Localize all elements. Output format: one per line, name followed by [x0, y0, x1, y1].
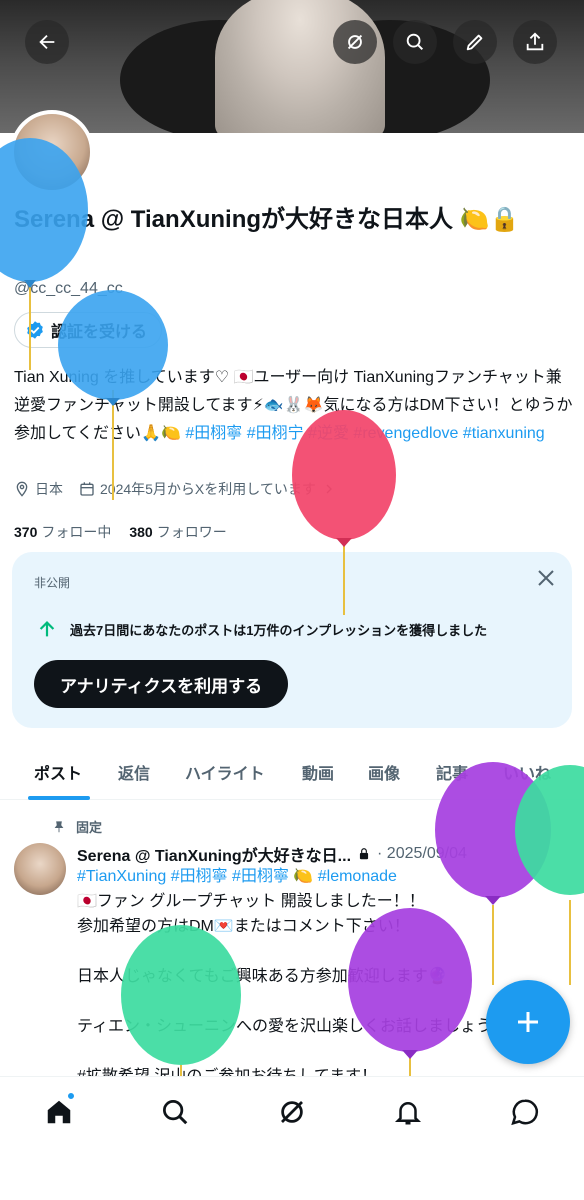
tab-videos[interactable]: 動画 [302, 744, 334, 800]
followers-link[interactable]: 380 フォロワー [129, 522, 226, 542]
compose-button[interactable] [486, 980, 570, 1064]
location: 日本 [14, 479, 63, 499]
plus-icon [518, 1012, 538, 1032]
tab-replies[interactable]: 返信 [118, 744, 150, 800]
post-line: 参加希望の方はDM💌またはコメント下さい！ [77, 918, 410, 935]
joined-text: 2024年5月からXを利用しています [100, 481, 316, 497]
search-icon [406, 33, 424, 51]
joined-date[interactable]: 2024年5月からXを利用しています [79, 479, 337, 499]
profile-tabs: ポスト 返信 ハイライト 動画 画像 記事 いいね [0, 744, 584, 800]
bio-hashtag[interactable]: #田栩宁 [247, 425, 304, 442]
following-label: フォロー中 [41, 524, 112, 540]
share-button[interactable] [513, 20, 557, 64]
impression-text: 過去7日間にあなたのポストは1万件のインプレッションを獲得しました [70, 622, 488, 638]
private-label: 非公開 [34, 576, 71, 590]
arrow-up-icon [39, 621, 55, 637]
post-author[interactable]: Serena @ TianXuningが大好きな日... [77, 842, 351, 866]
post-date: · 2025/09/04 [377, 845, 467, 862]
analytics-card: 非公開 過去7日間にあなたのポストは1万件のインプレッションを獲得しました アナ… [12, 552, 572, 728]
display-name: Serena @ TianXuningが大好きな日本人 🍋🔒 [14, 206, 520, 233]
bio-hashtag[interactable]: #田栩寧 [185, 425, 242, 442]
post-line: 🇯🇵ファン グループチャット 開設しましたー！！ [77, 893, 425, 910]
search-button[interactable] [393, 20, 437, 64]
pinned-label: 固定 [76, 820, 103, 835]
home-notification-dot [66, 1091, 76, 1101]
following-link[interactable]: 370 フォロー中 [14, 522, 111, 542]
location-text: 日本 [35, 481, 63, 497]
nav-notifications[interactable] [393, 1097, 423, 1127]
tab-articles[interactable]: 記事 [436, 744, 468, 800]
bio-hashtag[interactable]: #逆愛 [308, 425, 349, 442]
edit-icon [466, 34, 483, 51]
search-icon [163, 1100, 188, 1125]
tab-posts[interactable]: ポスト [34, 744, 82, 800]
nav-grok[interactable] [277, 1097, 307, 1127]
nav-search[interactable] [160, 1097, 190, 1127]
active-tab-indicator [28, 796, 90, 800]
post-line [77, 939, 567, 964]
messages-icon [511, 1099, 539, 1126]
profile-avatar[interactable] [10, 110, 94, 194]
close-icon[interactable] [534, 566, 558, 590]
tab-highlights[interactable]: ハイライト [185, 744, 265, 800]
location-pin-icon [16, 481, 28, 497]
post-line: 日本人じゃなくてもご興味ある方参加歓迎します🔮 [77, 968, 448, 985]
edit-button[interactable] [453, 20, 497, 64]
chevron-right-icon [326, 484, 332, 494]
post-text: #TianXuning #田栩寧 #田栩寧 🍋 #lemonade 🇯🇵ファン … [77, 864, 567, 1089]
profile-handle: @cc_cc_44_cc [14, 280, 123, 297]
get-verified-label: 認証を受ける [51, 324, 148, 341]
nav-home[interactable] [44, 1097, 74, 1127]
post-header: Serena @ TianXuningが大好きな日... · 2025/09/0… [77, 842, 467, 866]
profile-banner[interactable] [0, 0, 584, 133]
follow-stats: 370 フォロー中 380 フォロワー [14, 522, 227, 542]
verified-badge-icon [27, 321, 43, 339]
followers-count: 380 [129, 524, 153, 540]
following-count: 370 [14, 524, 38, 540]
nav-messages[interactable] [510, 1097, 540, 1127]
notifications-icon [394, 1102, 422, 1125]
post-avatar[interactable] [14, 843, 66, 895]
bio-hashtag[interactable]: #revengedlove [353, 425, 458, 442]
get-verified-button[interactable]: 認証を受ける [14, 312, 163, 348]
profile-bio: Tian Xuning を推しています♡ 🇯🇵ユーザー向け TianXuning… [14, 364, 574, 448]
followers-label: フォロワー [156, 524, 227, 540]
grok-icon [281, 1101, 303, 1123]
home-icon [47, 1100, 71, 1124]
profile-meta: 日本 2024年5月からXを利用しています [14, 479, 337, 499]
bio-hashtag[interactable]: #tianxuning [463, 425, 545, 442]
pin-icon [54, 820, 64, 832]
share-icon [526, 32, 544, 51]
grok-icon [347, 34, 363, 50]
impression-message: 過去7日間にあなたのポストは1万件のインプレッションを獲得しました [36, 618, 487, 640]
lock-icon [359, 848, 369, 860]
arrow-left-icon [39, 34, 55, 50]
bottom-navigation [0, 1076, 584, 1148]
grok-button[interactable] [333, 20, 377, 64]
tab-media[interactable]: 画像 [368, 744, 400, 800]
calendar-icon [80, 482, 94, 496]
post-hashtags[interactable]: #TianXuning #田栩寧 #田栩寧 🍋 #lemonade [77, 864, 567, 889]
analytics-button[interactable]: アナリティクスを利用する [34, 660, 289, 708]
pinned-indicator: 固定 [52, 817, 102, 836]
back-button[interactable] [25, 20, 69, 64]
tab-likes[interactable]: いいね [503, 744, 551, 800]
